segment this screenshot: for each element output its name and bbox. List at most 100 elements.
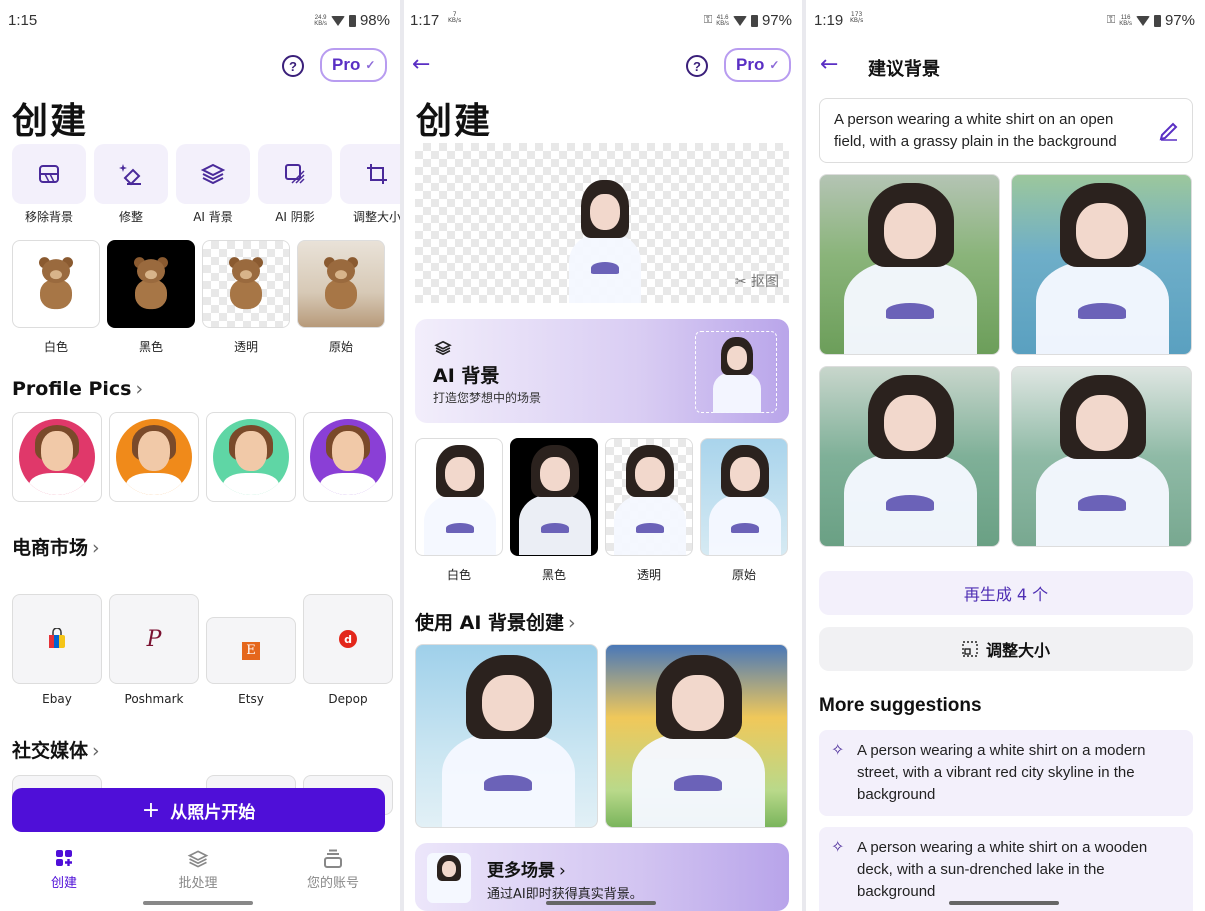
bg-option-original[interactable]	[700, 438, 788, 556]
person-image	[610, 443, 690, 555]
section-profile-pics[interactable]: Profile Pics ›	[12, 378, 143, 400]
layers-icon	[434, 340, 452, 356]
check-icon: ✓	[769, 58, 780, 72]
key-icon: ⚿	[703, 14, 713, 26]
ai-result-card[interactable]	[415, 644, 598, 828]
scissors-icon: ✂	[734, 274, 747, 290]
back-arrow-icon[interactable]: ←	[820, 52, 838, 77]
ebay-bag-icon	[49, 628, 65, 648]
regenerate-button[interactable]: 再生成 4 个	[819, 571, 1193, 615]
status-time: 1:19	[814, 12, 844, 29]
section-social-media[interactable]: 社交媒体 ›	[12, 736, 100, 763]
home-indicator	[546, 901, 656, 905]
bg-option-label: 白色	[446, 568, 471, 582]
bg-option-transparent[interactable]	[605, 438, 693, 556]
tool-retouch[interactable]	[94, 144, 168, 204]
layers-icon	[153, 848, 243, 872]
shop-card-etsy[interactable]: E	[206, 617, 296, 684]
section-create-with-ai[interactable]: 使用 AI 背景创建 ›	[415, 608, 576, 635]
status-bar: 1:17 7 KB/s ⚿ 41.6 KB/s 97%	[404, 0, 802, 42]
profile-pic-card[interactable]	[109, 412, 199, 502]
suggested-image[interactable]	[1011, 366, 1192, 547]
pro-label: Pro	[332, 55, 361, 74]
tab-batch[interactable]: 批处理	[153, 848, 243, 891]
suggested-image[interactable]	[819, 366, 1000, 547]
ai-background-card[interactable]: AI 背景 打造您梦想中的场景	[415, 319, 789, 423]
layers-icon	[200, 163, 226, 185]
profile-pic-card[interactable]	[12, 412, 102, 502]
person-image	[705, 443, 785, 555]
start-from-photo-button[interactable]: + 从照片开始	[12, 788, 385, 832]
person-image	[515, 443, 595, 555]
ai-card-preview	[695, 331, 777, 413]
cutout-label-group[interactable]: ✂ 抠图	[735, 271, 779, 291]
cta-label: 从照片开始	[170, 802, 256, 823]
tool-remove-background[interactable]	[12, 144, 86, 204]
prompt-text: A person wearing a white shirt on an ope…	[834, 111, 1117, 150]
resize-button[interactable]: 调整大小	[819, 627, 1193, 671]
help-icon[interactable]: ?	[686, 55, 708, 77]
bg-option-black[interactable]	[510, 438, 598, 556]
person-image	[1030, 181, 1175, 354]
wifi-icon	[330, 15, 345, 26]
chevron-right-icon: ›	[92, 740, 100, 762]
bg-option-white[interactable]	[12, 240, 100, 328]
battery-level: 97%	[761, 12, 792, 29]
tool-ai-background[interactable]	[176, 144, 250, 204]
profile-pic-card[interactable]	[303, 412, 393, 502]
shop-card-depop[interactable]: d	[303, 594, 393, 684]
account-stack-icon	[288, 848, 378, 872]
status-right: ⚿ 116 KB/s 97%	[1107, 12, 1195, 29]
net-speed: 7 KB/s	[448, 11, 462, 24]
ai-result-card[interactable]	[605, 644, 788, 828]
status-time: 1:15	[8, 12, 38, 29]
bg-option-black[interactable]	[107, 240, 195, 328]
more-suggestions-title: More suggestions	[819, 695, 982, 716]
shop-label: Etsy	[238, 692, 264, 706]
suggestion-item[interactable]: ✧ A person wearing a white shirt on a wo…	[819, 827, 1193, 911]
shop-card-ebay[interactable]	[12, 594, 102, 684]
etsy-logo: E	[242, 641, 260, 660]
status-right: ⚿ 41.6 KB/s 97%	[704, 12, 792, 29]
suggested-image[interactable]	[819, 174, 1000, 355]
bg-option-label: 透明	[636, 568, 661, 582]
help-icon[interactable]: ?	[282, 55, 304, 77]
remove-bg-icon	[39, 165, 59, 183]
shop-label: Depop	[328, 692, 368, 706]
edit-pencil-icon[interactable]	[1158, 119, 1180, 141]
shop-label: Ebay	[42, 692, 72, 706]
teddy-bear-image	[222, 257, 270, 313]
battery-icon	[1153, 14, 1161, 27]
section-ecommerce[interactable]: 电商市场 ›	[12, 533, 100, 560]
cutout-preview[interactable]: ✂ 抠图	[415, 143, 789, 303]
sparkle-icon: ✧	[831, 742, 845, 759]
pro-button[interactable]: Pro ✓	[320, 48, 388, 82]
wifi-icon	[1135, 15, 1150, 26]
shadow-icon	[285, 164, 305, 184]
tab-create[interactable]: 创建	[19, 848, 109, 891]
suggestion-item[interactable]: ✧ A person wearing a white shirt on a mo…	[819, 730, 1193, 816]
bg-option-label: 原始	[328, 340, 353, 354]
tab-account[interactable]: 您的账号	[288, 848, 378, 891]
suggested-image[interactable]	[1011, 174, 1192, 355]
bg-option-transparent[interactable]	[202, 240, 290, 328]
more-scenes-thumb	[427, 853, 471, 903]
screen-suggested-backgrounds: 1:19 173 KB/s ⚿ 116 KB/s 97% ← 建议背景 A pers…	[806, 0, 1205, 911]
tool-resize[interactable]	[340, 144, 400, 204]
person-cutout-image	[565, 178, 645, 303]
home-indicator	[949, 901, 1059, 905]
depop-logo: d	[339, 630, 357, 648]
shop-card-poshmark[interactable]: P	[109, 594, 199, 684]
tool-ai-shadow[interactable]	[258, 144, 332, 204]
bg-option-white[interactable]	[415, 438, 503, 556]
status-bar: 1:15 24.9 KB/s 98%	[0, 0, 400, 42]
wifi-icon	[732, 15, 747, 26]
prompt-field[interactable]: A person wearing a white shirt on an ope…	[819, 98, 1193, 163]
teddy-bear-image	[127, 257, 175, 313]
tool-label: AI 背景	[193, 210, 233, 224]
back-arrow-icon[interactable]: ←	[412, 52, 430, 77]
profile-pic-card[interactable]	[206, 412, 296, 502]
pro-button[interactable]: Pro ✓	[724, 48, 792, 82]
person-image	[1030, 373, 1175, 546]
bg-option-original[interactable]	[297, 240, 385, 328]
